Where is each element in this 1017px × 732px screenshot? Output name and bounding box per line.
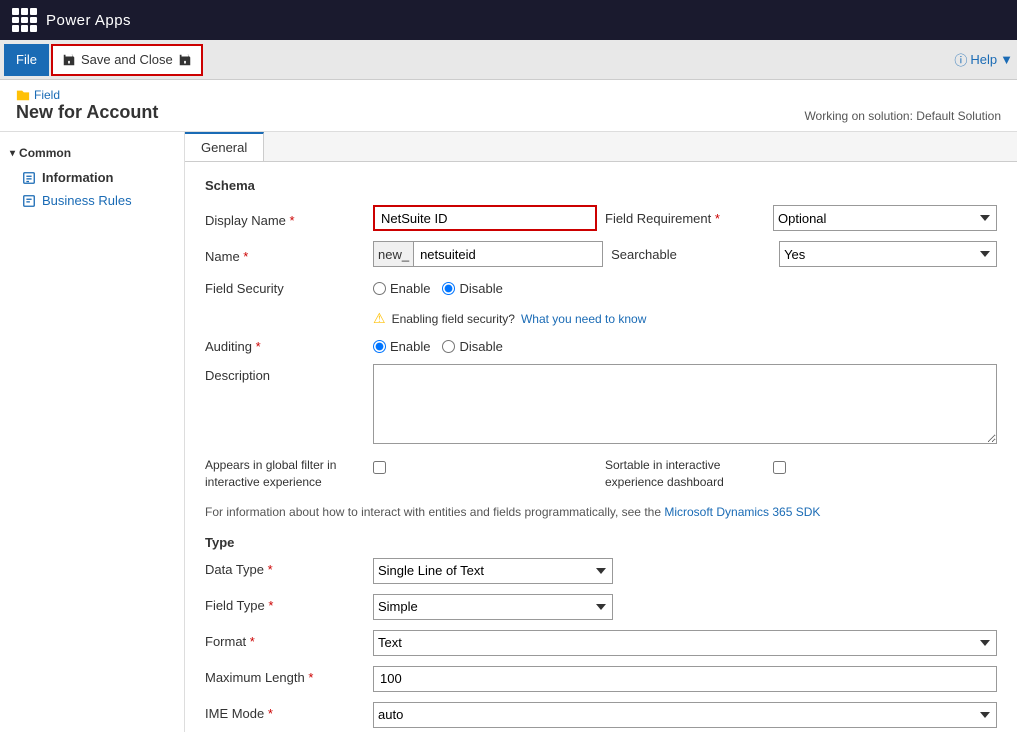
data-type-label: Data Type bbox=[205, 558, 365, 577]
description-label: Description bbox=[205, 364, 365, 383]
save-icon bbox=[61, 52, 77, 68]
field-type-label: Field Type bbox=[205, 594, 365, 613]
file-button[interactable]: File bbox=[4, 44, 49, 76]
help-circle-icon: ⓘ bbox=[954, 50, 967, 69]
form-content: Schema Display Name Field Requirement Op… bbox=[185, 162, 1017, 732]
description-textarea[interactable] bbox=[373, 364, 997, 444]
auditing-row: Auditing Enable Disable bbox=[205, 335, 997, 354]
save-close-label: Save and Close bbox=[81, 52, 173, 67]
field-type-row: Field Type Simple Calculated Rollup bbox=[205, 594, 997, 620]
field-security-enable-radio[interactable] bbox=[373, 282, 386, 295]
ime-mode-select[interactable]: auto active inactive disabled bbox=[373, 702, 997, 728]
field-security-radio-group: Enable Disable bbox=[373, 277, 503, 296]
field-security-row: Field Security Enable Disable bbox=[205, 277, 997, 296]
page-header: Field New for Account Working on solutio… bbox=[0, 80, 1017, 132]
sidebar: Common Information Business Rule bbox=[0, 132, 185, 732]
auditing-enable-option[interactable]: Enable bbox=[373, 339, 430, 354]
name-prefix: new_ bbox=[373, 241, 413, 267]
field-requirement-label: Field Requirement bbox=[605, 211, 720, 226]
format-label: Format bbox=[205, 630, 365, 649]
max-length-label: Maximum Length bbox=[205, 666, 365, 685]
sidebar-item-information-label: Information bbox=[42, 170, 114, 185]
max-length-input[interactable] bbox=[373, 666, 997, 692]
breadcrumb[interactable]: Field bbox=[16, 88, 158, 102]
format-select[interactable]: Text Email URL Phone Ticker Symbol bbox=[373, 630, 997, 656]
field-requirement-select[interactable]: Optional Business Required Business Reco… bbox=[773, 205, 997, 231]
name-input[interactable] bbox=[413, 241, 603, 267]
waffle-menu-icon[interactable] bbox=[12, 8, 36, 32]
help-button[interactable]: ⓘ Help ▼ bbox=[954, 50, 1013, 69]
display-name-label: Display Name bbox=[205, 209, 365, 228]
command-bar: File Save and Close ⓘ Help ▼ bbox=[0, 40, 1017, 80]
sidebar-item-information[interactable]: Information bbox=[0, 166, 184, 189]
name-label: Name bbox=[205, 245, 365, 264]
header-left: Field New for Account bbox=[16, 88, 158, 123]
help-chevron-icon: ▼ bbox=[1000, 52, 1013, 67]
max-length-row: Maximum Length bbox=[205, 666, 997, 692]
searchable-select[interactable]: Yes No bbox=[779, 241, 997, 267]
working-on-label: Working on solution: Default Solution bbox=[804, 109, 1001, 123]
auditing-label: Auditing bbox=[205, 335, 365, 354]
warning-text: Enabling field security? bbox=[392, 312, 515, 326]
dynamics-sdk-link[interactable]: Microsoft Dynamics 365 SDK bbox=[664, 505, 820, 519]
type-title: Type bbox=[205, 535, 997, 550]
tab-bar: General bbox=[185, 132, 1017, 162]
sortable-checkbox[interactable] bbox=[773, 461, 786, 474]
field-security-disable-radio[interactable] bbox=[442, 282, 455, 295]
what-you-need-link[interactable]: What you need to know bbox=[521, 312, 646, 326]
folder-icon bbox=[16, 88, 30, 102]
save-close-extra-icon bbox=[177, 52, 193, 68]
field-type-select[interactable]: Simple Calculated Rollup bbox=[373, 594, 613, 620]
auditing-radio-group: Enable Disable bbox=[373, 335, 503, 354]
page-title: New for Account bbox=[16, 102, 158, 123]
top-nav-bar: Power Apps bbox=[0, 0, 1017, 40]
field-security-enable-option[interactable]: Enable bbox=[373, 281, 430, 296]
ime-mode-row: IME Mode auto active inactive disabled bbox=[205, 702, 997, 728]
auditing-disable-option[interactable]: Disable bbox=[442, 339, 502, 354]
auditing-enable-radio[interactable] bbox=[373, 340, 386, 353]
ime-mode-label: IME Mode bbox=[205, 702, 365, 721]
field-security-disable-option[interactable]: Disable bbox=[442, 281, 502, 296]
app-title: Power Apps bbox=[46, 12, 131, 29]
sortable-label: Sortable in interactive experience dashb… bbox=[605, 457, 765, 491]
tab-general[interactable]: General bbox=[185, 132, 264, 161]
info-text-row: For information about how to interact wi… bbox=[205, 501, 997, 523]
field-security-label: Field Security bbox=[205, 277, 365, 296]
sidebar-section-common[interactable]: Common bbox=[0, 140, 184, 166]
description-row: Description bbox=[205, 364, 997, 447]
help-label: Help bbox=[970, 52, 997, 67]
main-layout: Common Information Business Rule bbox=[0, 132, 1017, 732]
data-type-select[interactable]: Single Line of Text Whole Number Decimal… bbox=[373, 558, 613, 584]
appears-global-label: Appears in global filter in interactive … bbox=[205, 457, 365, 491]
information-icon bbox=[22, 171, 36, 185]
data-type-row: Data Type Single Line of Text Whole Numb… bbox=[205, 558, 997, 584]
warning-icon: ⚠ bbox=[373, 310, 386, 327]
content-area: General Schema Display Name Field Requir… bbox=[185, 132, 1017, 732]
auditing-disable-radio[interactable] bbox=[442, 340, 455, 353]
sidebar-item-business-rules[interactable]: Business Rules bbox=[0, 189, 184, 212]
warning-row: ⚠ Enabling field security? What you need… bbox=[205, 306, 997, 335]
sidebar-item-business-rules-label: Business Rules bbox=[42, 193, 132, 208]
display-name-input[interactable] bbox=[373, 205, 597, 231]
format-row: Format Text Email URL Phone Ticker Symbo… bbox=[205, 630, 997, 656]
business-rules-icon bbox=[22, 194, 36, 208]
appears-global-checkbox[interactable] bbox=[373, 461, 386, 474]
searchable-label: Searchable bbox=[611, 247, 677, 262]
save-close-button[interactable]: Save and Close bbox=[51, 44, 203, 76]
schema-title: Schema bbox=[205, 178, 997, 193]
